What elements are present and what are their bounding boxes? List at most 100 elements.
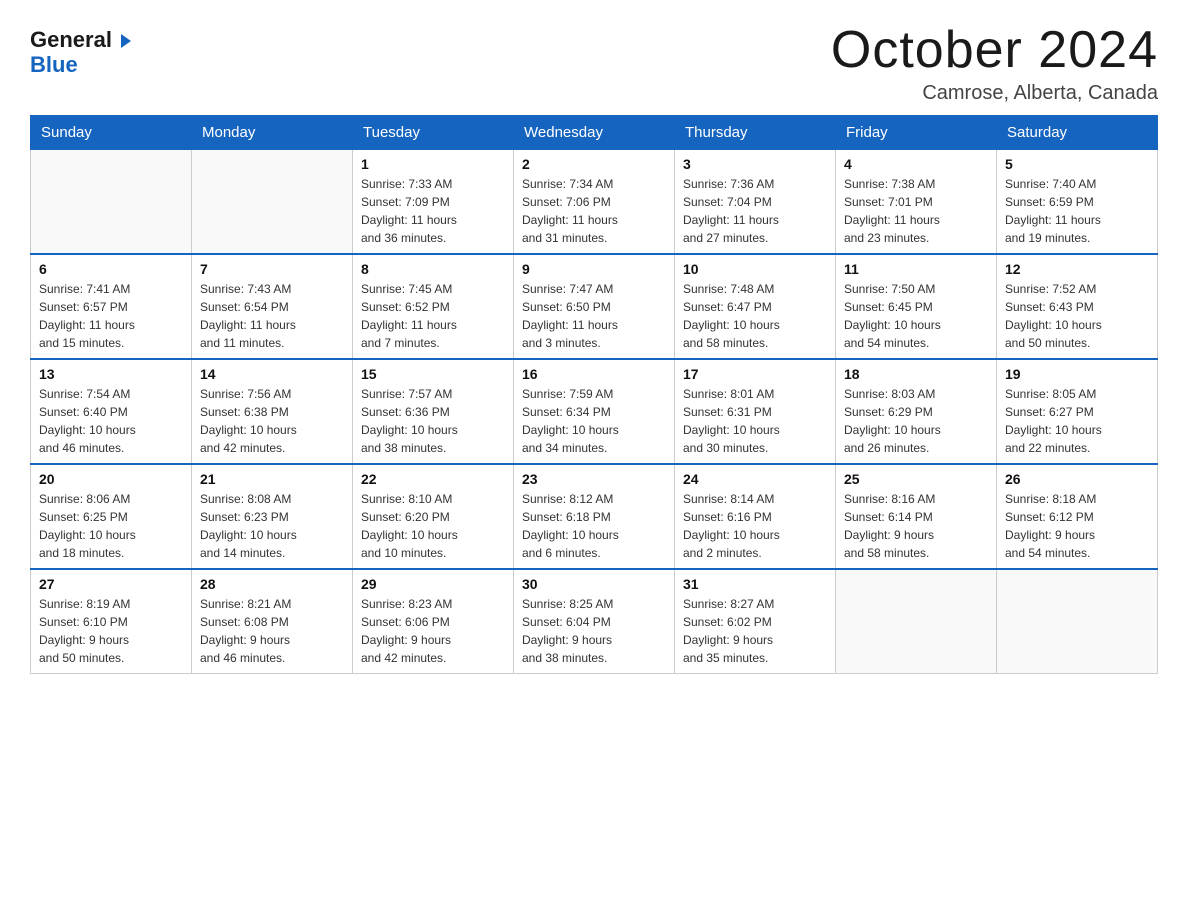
logo-arrow-icon — [121, 34, 131, 48]
day-number: 8 — [361, 261, 505, 277]
day-info: Sunrise: 8:16 AM Sunset: 6:14 PM Dayligh… — [844, 490, 988, 562]
title-block: October 2024 Camrose, Alberta, Canada — [831, 20, 1158, 105]
day-number: 23 — [522, 471, 666, 487]
day-number: 21 — [200, 471, 344, 487]
calendar-day-cell: 31Sunrise: 8:27 AM Sunset: 6:02 PM Dayli… — [675, 569, 836, 674]
day-number: 2 — [522, 156, 666, 172]
day-info: Sunrise: 7:34 AM Sunset: 7:06 PM Dayligh… — [522, 175, 666, 247]
calendar-day-cell: 5Sunrise: 7:40 AM Sunset: 6:59 PM Daylig… — [997, 150, 1158, 255]
day-info: Sunrise: 7:50 AM Sunset: 6:45 PM Dayligh… — [844, 280, 988, 352]
day-info: Sunrise: 7:41 AM Sunset: 6:57 PM Dayligh… — [39, 280, 183, 352]
calendar-day-cell: 7 Sunrise: 7:43 AM Sunset: 6:54 PM Daylig… — [192, 254, 353, 359]
day-info: Sunrise: 8:12 AM Sunset: 6:18 PM Dayligh… — [522, 490, 666, 562]
day-number: 24 — [683, 471, 827, 487]
calendar-day-cell: 4Sunrise: 7:38 AM Sunset: 7:01 PM Daylig… — [836, 150, 997, 255]
day-info: Sunrise: 7:56 AM Sunset: 6:38 PM Dayligh… — [200, 385, 344, 457]
day-number: 22 — [361, 471, 505, 487]
calendar-day-cell: 10 Sunrise: 7:48 AM Sunset: 6:47 PM Dayli… — [675, 254, 836, 359]
calendar-day-cell: 11Sunrise: 7:50 AM Sunset: 6:45 PM Dayli… — [836, 254, 997, 359]
day-number: 28 — [200, 576, 344, 592]
calendar-day-cell: 2 Sunrise: 7:34 AM Sunset: 7:06 PM Daylig… — [514, 150, 675, 255]
day-info: Sunrise: 8:06 AM Sunset: 6:25 PM Dayligh… — [39, 490, 183, 562]
calendar-day-cell: 8 Sunrise: 7:45 AM Sunset: 6:52 PM Daylig… — [353, 254, 514, 359]
logo-general-text: General — [30, 27, 112, 52]
calendar-week-row: 27Sunrise: 8:19 AM Sunset: 6:10 PM Dayli… — [31, 569, 1158, 674]
calendar-day-cell: 9 Sunrise: 7:47 AM Sunset: 6:50 PM Daylig… — [514, 254, 675, 359]
day-number: 1 — [361, 156, 505, 172]
calendar-day-cell: 1 Sunrise: 7:33 AM Sunset: 7:09 PM Daylig… — [353, 150, 514, 255]
calendar-week-row: 13 Sunrise: 7:54 AM Sunset: 6:40 PM Dayli… — [31, 359, 1158, 464]
calendar-day-cell: 30 Sunrise: 8:25 AM Sunset: 6:04 PM Dayli… — [514, 569, 675, 674]
day-info: Sunrise: 8:10 AM Sunset: 6:20 PM Dayligh… — [361, 490, 505, 562]
day-info: Sunrise: 7:54 AM Sunset: 6:40 PM Dayligh… — [39, 385, 183, 457]
day-info: Sunrise: 7:57 AM Sunset: 6:36 PM Dayligh… — [361, 385, 505, 457]
day-info: Sunrise: 8:01 AM Sunset: 6:31 PM Dayligh… — [683, 385, 827, 457]
day-number: 25 — [844, 471, 988, 487]
day-number: 30 — [522, 576, 666, 592]
calendar-day-cell: 14 Sunrise: 7:56 AM Sunset: 6:38 PM Dayli… — [192, 359, 353, 464]
weekday-header-sunday: Sunday — [31, 116, 192, 150]
calendar-day-cell: 6 Sunrise: 7:41 AM Sunset: 6:57 PM Daylig… — [31, 254, 192, 359]
day-number: 7 — [200, 261, 344, 277]
day-number: 31 — [683, 576, 827, 592]
weekday-header-row: SundayMondayTuesdayWednesdayThursdayFrid… — [31, 116, 1158, 150]
day-info: Sunrise: 7:43 AM Sunset: 6:54 PM Dayligh… — [200, 280, 344, 352]
day-number: 10 — [683, 261, 827, 277]
logo: General Blue — [30, 28, 131, 78]
calendar-week-row: 1 Sunrise: 7:33 AM Sunset: 7:09 PM Daylig… — [31, 150, 1158, 255]
weekday-header-friday: Friday — [836, 116, 997, 150]
calendar-day-cell — [192, 150, 353, 255]
day-info: Sunrise: 7:48 AM Sunset: 6:47 PM Dayligh… — [683, 280, 827, 352]
calendar-week-row: 6 Sunrise: 7:41 AM Sunset: 6:57 PM Daylig… — [31, 254, 1158, 359]
calendar-day-cell: 25 Sunrise: 8:16 AM Sunset: 6:14 PM Dayli… — [836, 464, 997, 569]
weekday-header-monday: Monday — [192, 116, 353, 150]
calendar-day-cell: 3 Sunrise: 7:36 AM Sunset: 7:04 PM Daylig… — [675, 150, 836, 255]
location-title: Camrose, Alberta, Canada — [831, 82, 1158, 105]
logo-blue-text: Blue — [30, 52, 78, 78]
day-info: Sunrise: 7:59 AM Sunset: 6:34 PM Dayligh… — [522, 385, 666, 457]
month-title: October 2024 — [831, 20, 1158, 80]
weekday-header-thursday: Thursday — [675, 116, 836, 150]
day-info: Sunrise: 7:33 AM Sunset: 7:09 PM Dayligh… — [361, 175, 505, 247]
calendar-day-cell: 29 Sunrise: 8:23 AM Sunset: 6:06 PM Dayli… — [353, 569, 514, 674]
day-number: 12 — [1005, 261, 1149, 277]
day-info: Sunrise: 7:45 AM Sunset: 6:52 PM Dayligh… — [361, 280, 505, 352]
calendar-week-row: 20 Sunrise: 8:06 AM Sunset: 6:25 PM Dayli… — [31, 464, 1158, 569]
day-number: 26 — [1005, 471, 1149, 487]
day-info: Sunrise: 8:23 AM Sunset: 6:06 PM Dayligh… — [361, 595, 505, 667]
day-info: Sunrise: 7:40 AM Sunset: 6:59 PM Dayligh… — [1005, 175, 1149, 247]
day-number: 15 — [361, 366, 505, 382]
day-number: 9 — [522, 261, 666, 277]
calendar-day-cell: 12Sunrise: 7:52 AM Sunset: 6:43 PM Dayli… — [997, 254, 1158, 359]
day-number: 13 — [39, 366, 183, 382]
day-info: Sunrise: 7:36 AM Sunset: 7:04 PM Dayligh… — [683, 175, 827, 247]
weekday-header-tuesday: Tuesday — [353, 116, 514, 150]
calendar-day-cell: 23 Sunrise: 8:12 AM Sunset: 6:18 PM Dayli… — [514, 464, 675, 569]
calendar-day-cell: 28 Sunrise: 8:21 AM Sunset: 6:08 PM Dayli… — [192, 569, 353, 674]
day-number: 29 — [361, 576, 505, 592]
day-number: 3 — [683, 156, 827, 172]
calendar-table: SundayMondayTuesdayWednesdayThursdayFrid… — [30, 115, 1158, 674]
page-header: General Blue October 2024 Camrose, Alber… — [30, 20, 1158, 105]
calendar-day-cell — [836, 569, 997, 674]
calendar-day-cell: 13 Sunrise: 7:54 AM Sunset: 6:40 PM Dayli… — [31, 359, 192, 464]
calendar-day-cell: 22 Sunrise: 8:10 AM Sunset: 6:20 PM Dayli… — [353, 464, 514, 569]
calendar-day-cell: 17Sunrise: 8:01 AM Sunset: 6:31 PM Dayli… — [675, 359, 836, 464]
day-info: Sunrise: 8:05 AM Sunset: 6:27 PM Dayligh… — [1005, 385, 1149, 457]
calendar-day-cell: 16Sunrise: 7:59 AM Sunset: 6:34 PM Dayli… — [514, 359, 675, 464]
calendar-day-cell: 24Sunrise: 8:14 AM Sunset: 6:16 PM Dayli… — [675, 464, 836, 569]
calendar-day-cell: 27Sunrise: 8:19 AM Sunset: 6:10 PM Dayli… — [31, 569, 192, 674]
calendar-day-cell: 18Sunrise: 8:03 AM Sunset: 6:29 PM Dayli… — [836, 359, 997, 464]
calendar-day-cell: 20 Sunrise: 8:06 AM Sunset: 6:25 PM Dayli… — [31, 464, 192, 569]
day-info: Sunrise: 8:08 AM Sunset: 6:23 PM Dayligh… — [200, 490, 344, 562]
day-info: Sunrise: 8:18 AM Sunset: 6:12 PM Dayligh… — [1005, 490, 1149, 562]
day-number: 27 — [39, 576, 183, 592]
day-number: 18 — [844, 366, 988, 382]
day-info: Sunrise: 7:47 AM Sunset: 6:50 PM Dayligh… — [522, 280, 666, 352]
day-number: 20 — [39, 471, 183, 487]
day-info: Sunrise: 8:25 AM Sunset: 6:04 PM Dayligh… — [522, 595, 666, 667]
day-info: Sunrise: 8:21 AM Sunset: 6:08 PM Dayligh… — [200, 595, 344, 667]
calendar-day-cell: 15 Sunrise: 7:57 AM Sunset: 6:36 PM Dayli… — [353, 359, 514, 464]
day-number: 6 — [39, 261, 183, 277]
day-number: 14 — [200, 366, 344, 382]
